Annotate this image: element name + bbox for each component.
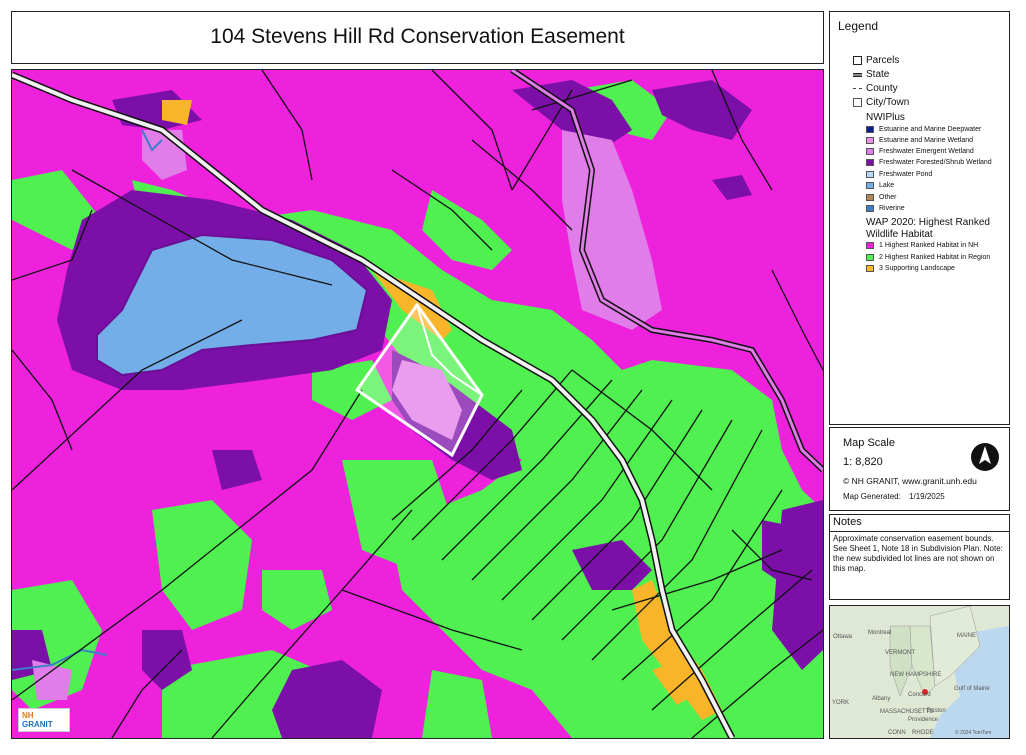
- legend-nwi-item: Freshwater Forested/Shrub Wetland: [866, 159, 992, 166]
- legend-panel: Legend Parcels State County City/Town NW…: [829, 11, 1010, 425]
- locator-map[interactable]: Ottawa Montreal MAINE VERMONT NEW HAMPSH…: [829, 605, 1010, 739]
- map-canvas[interactable]: NH GRANIT: [11, 69, 824, 739]
- state-line-icon: [853, 72, 862, 77]
- generated-line: Map Generated: 1/19/2025: [843, 492, 945, 501]
- legend-title: Legend: [838, 19, 879, 33]
- town-box-icon: [853, 98, 862, 107]
- parcel-box-icon: [853, 56, 862, 65]
- legend-nwi-item: Lake: [866, 182, 894, 189]
- north-arrow-icon: [971, 443, 999, 471]
- map-title: 104 Stevens Hill Rd Conservation Easemen…: [210, 25, 625, 48]
- notes-divider: [830, 531, 1009, 532]
- legend-nwi-item: Riverine: [866, 205, 905, 212]
- scale-value: 1: 8,820: [843, 456, 883, 468]
- legend-wap-item: 1 Highest Ranked Habitat in NH: [866, 242, 978, 249]
- legend-nwi-item: Freshwater Emergent Wetland: [866, 148, 974, 155]
- legend-nwi-item: Freshwater Pond: [866, 171, 932, 178]
- legend-nwi-item: Estuarine and Marine Wetland: [866, 137, 973, 144]
- legend-item-county: County: [853, 83, 898, 94]
- legend-wap-heading: WAP 2020: Highest Ranked Wildlife Habita…: [866, 217, 990, 240]
- legend-wap-item: 3 Supporting Landscape: [866, 265, 955, 272]
- map-view[interactable]: [12, 70, 823, 738]
- legend-nwi-heading: NWIPlus: [866, 112, 905, 123]
- legend-item-state: State: [853, 69, 889, 80]
- notes-text: Approximate conservation easement bounds…: [833, 534, 1003, 573]
- map-title-panel: 104 Stevens Hill Rd Conservation Easemen…: [11, 11, 824, 64]
- credit-text: © NH GRANIT, www.granit.unh.edu: [843, 476, 977, 486]
- legend-nwi-item: Other: [866, 194, 897, 201]
- scale-label: Map Scale: [843, 437, 895, 449]
- nh-granit-logo: NH GRANIT: [18, 708, 70, 732]
- locator-credit: © 2024 TomTom: [955, 730, 992, 736]
- legend-item-parcels: Parcels: [853, 55, 899, 66]
- notes-panel: Notes Approximate conservation easement …: [829, 514, 1010, 600]
- scale-panel: Map Scale 1: 8,820 © NH GRANIT, www.gran…: [829, 427, 1010, 511]
- legend-item-town: City/Town: [853, 97, 909, 108]
- legend-wap-item: 2 Highest Ranked Habitat in Region: [866, 254, 990, 261]
- notes-title: Notes: [833, 516, 862, 528]
- county-line-icon: [853, 87, 862, 90]
- legend-nwi-item: Estuarine and Marine Deepwater: [866, 126, 981, 133]
